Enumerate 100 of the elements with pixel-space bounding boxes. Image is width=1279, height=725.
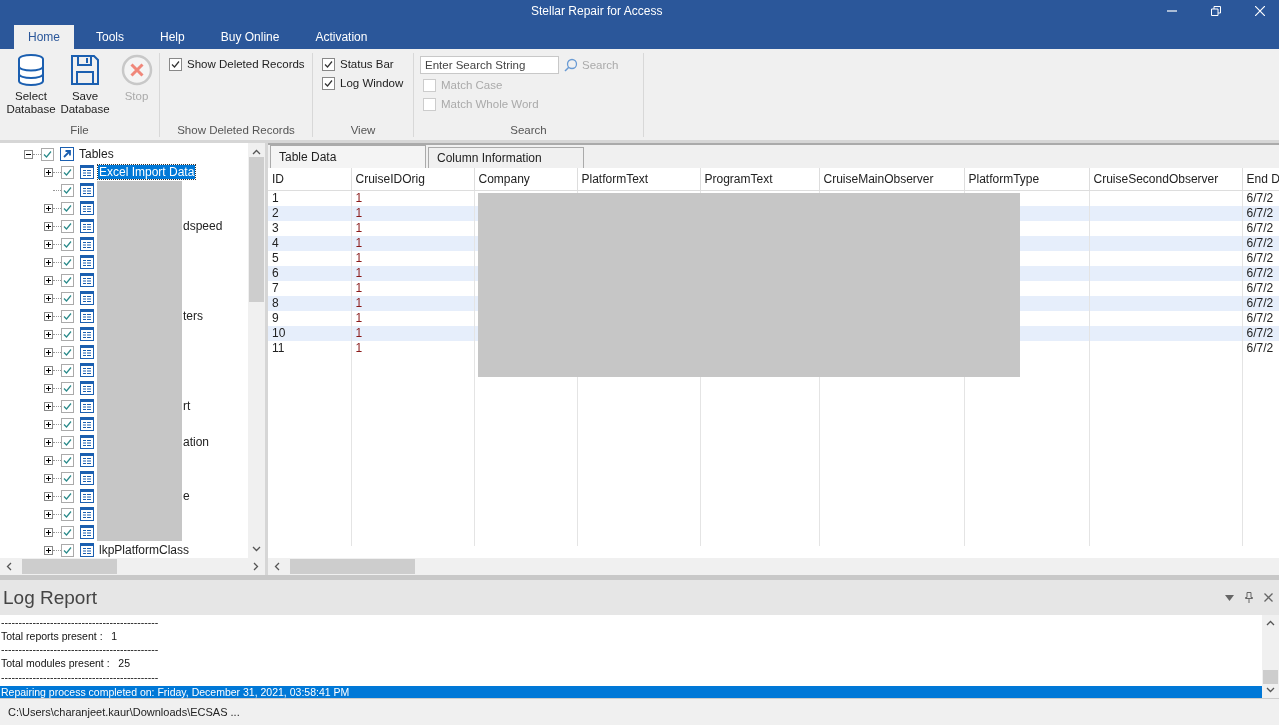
expand-icon[interactable] [44, 419, 53, 429]
view-checkbox[interactable]: Status Bar [322, 56, 413, 72]
expand-icon[interactable] [44, 401, 53, 411]
expand-icon[interactable] [44, 347, 53, 357]
scroll-down-icon[interactable] [1266, 687, 1275, 693]
scroll-right-icon[interactable] [253, 562, 259, 571]
table-icon [80, 273, 94, 287]
ribbon-tab[interactable]: Tools [82, 25, 139, 49]
tree-checkbox[interactable] [61, 327, 74, 341]
expand-icon[interactable] [44, 545, 53, 555]
tree-checkbox[interactable] [61, 399, 74, 413]
column-header[interactable]: PlatformText [577, 168, 700, 191]
scroll-up-icon[interactable] [252, 149, 261, 155]
tree-checkbox[interactable] [61, 255, 74, 269]
expand-icon[interactable] [44, 275, 53, 285]
column-header[interactable]: ProgramText [700, 168, 819, 191]
expand-icon[interactable] [44, 509, 53, 519]
tree-checkbox[interactable] [61, 453, 74, 467]
tree-checkbox[interactable] [61, 381, 74, 395]
save-database-button[interactable]: Save Database [60, 53, 110, 124]
group-title: View [349, 124, 377, 137]
scroll-left-icon[interactable] [274, 562, 280, 571]
select-database-button[interactable]: Select Database [6, 53, 56, 124]
expand-icon[interactable] [44, 491, 53, 501]
horizontal-scrollbar[interactable] [268, 558, 1279, 575]
tree-checkbox[interactable] [61, 345, 74, 359]
expand-icon[interactable] [44, 329, 53, 339]
tree-item[interactable]: lkpPlatformClass [98, 543, 191, 557]
table-cell: 6/7/2 [1246, 341, 1274, 355]
tree-item[interactable]: rt [182, 399, 192, 413]
expand-icon[interactable] [44, 527, 53, 537]
expand-icon[interactable] [44, 311, 53, 321]
ribbon-tab[interactable]: Help [146, 25, 199, 49]
expand-icon[interactable] [44, 383, 53, 393]
stop-icon [120, 54, 153, 86]
expand-icon[interactable] [44, 455, 53, 465]
column-header[interactable]: CruiseIDOrig [351, 168, 474, 191]
vertical-scrollbar[interactable] [248, 143, 265, 558]
tree-checkbox[interactable] [61, 525, 74, 539]
show-deleted-checkbox[interactable]: Show Deleted Records [169, 56, 312, 72]
ribbon-tab[interactable]: Buy Online [206, 25, 294, 49]
tree-checkbox[interactable] [61, 309, 74, 323]
column-header[interactable]: PlatformType [964, 168, 1089, 191]
vertical-scrollbar[interactable] [1262, 615, 1279, 698]
close-icon[interactable] [1264, 593, 1273, 602]
tree-checkbox[interactable] [61, 183, 74, 197]
column-header[interactable]: ID [268, 168, 351, 191]
scroll-left-icon[interactable] [6, 562, 12, 571]
tree-checkbox[interactable] [61, 471, 74, 485]
data-tab[interactable]: Column Information [428, 147, 584, 168]
expand-icon[interactable] [44, 257, 53, 267]
scroll-up-icon[interactable] [1266, 620, 1275, 626]
table-cell: 1 [355, 341, 363, 355]
search-field[interactable]: Enter Search String [420, 56, 559, 74]
column-header[interactable]: Company [474, 168, 577, 191]
collapse-icon[interactable] [24, 149, 33, 159]
tree-checkbox[interactable] [61, 165, 74, 179]
tree-checkbox[interactable] [41, 147, 54, 161]
pin-icon[interactable] [1245, 592, 1253, 603]
tree-item[interactable]: Tables [78, 147, 115, 161]
tree-checkbox[interactable] [61, 363, 74, 377]
tree-checkbox[interactable] [61, 507, 74, 521]
tree-item[interactable]: dspeed [182, 219, 224, 233]
view-checkbox[interactable]: Log Window [322, 75, 413, 91]
dropdown-icon[interactable] [1225, 594, 1234, 601]
tree-item[interactable]: Excel Import Data [98, 165, 196, 179]
database-icon [16, 54, 46, 86]
expand-icon[interactable] [44, 473, 53, 483]
tree-checkbox[interactable] [61, 273, 74, 287]
tree-item[interactable]: ters [182, 309, 204, 323]
expand-icon[interactable] [44, 437, 53, 447]
table-cell: 1 [355, 221, 363, 235]
column-header[interactable]: CruiseSecondObserver [1089, 168, 1242, 191]
expand-icon[interactable] [44, 239, 53, 249]
column-header[interactable]: CruiseMainObserver [819, 168, 964, 191]
tree-checkbox[interactable] [61, 489, 74, 503]
expand-icon[interactable] [44, 203, 53, 213]
tree-item[interactable]: e [182, 489, 191, 503]
tree-checkbox[interactable] [61, 237, 74, 251]
restore-icon[interactable] [1211, 6, 1221, 16]
expand-icon[interactable] [44, 221, 53, 231]
expand-icon[interactable] [44, 365, 53, 375]
tree-checkbox[interactable] [61, 291, 74, 305]
horizontal-scrollbar[interactable] [0, 558, 265, 575]
ribbon-tab[interactable]: Home [14, 25, 74, 49]
expand-icon[interactable] [44, 167, 53, 177]
table-icon [80, 255, 94, 269]
tree-checkbox[interactable] [61, 543, 74, 557]
tree-checkbox[interactable] [61, 417, 74, 431]
scroll-down-icon[interactable] [252, 546, 261, 552]
tree-checkbox[interactable] [61, 435, 74, 449]
scroll-thumb[interactable] [1263, 670, 1278, 684]
ribbon-tab[interactable]: Activation [301, 25, 382, 49]
tree-checkbox[interactable] [61, 201, 74, 215]
data-tab[interactable]: Table Data [270, 145, 426, 168]
table-icon [80, 345, 94, 359]
expand-icon[interactable] [44, 293, 53, 303]
tree-item[interactable]: ation [182, 435, 211, 449]
column-header[interactable]: End D [1242, 168, 1279, 191]
tree-checkbox[interactable] [61, 219, 74, 233]
